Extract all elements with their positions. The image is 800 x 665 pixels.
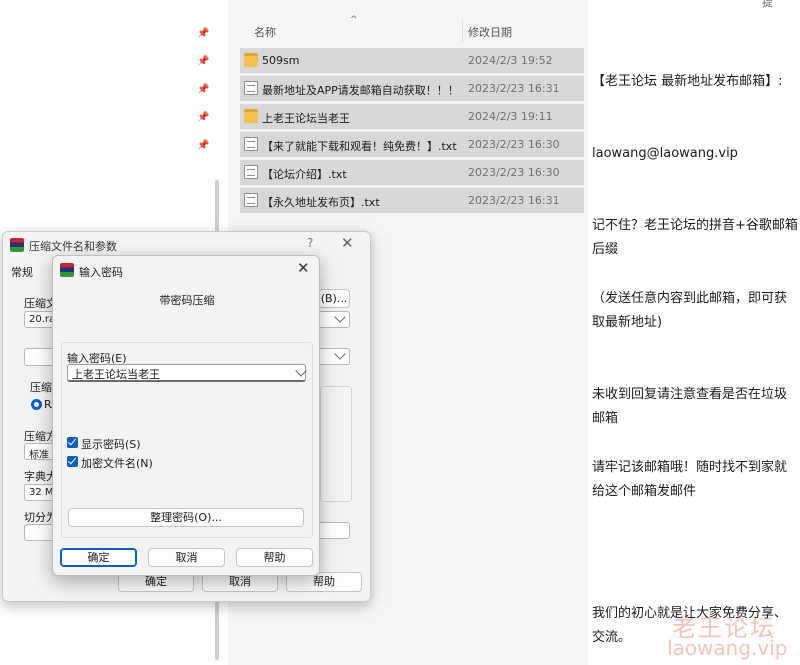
pin-icon[interactable]: 📌 xyxy=(197,28,209,40)
close-icon[interactable]: ✕ xyxy=(341,234,354,252)
chevron-down-icon xyxy=(334,312,346,323)
text-file-icon xyxy=(244,137,258,151)
update-mode-select[interactable] xyxy=(318,311,350,328)
profile-field[interactable] xyxy=(24,348,54,366)
dialog-title: 压缩文件名和参数 xyxy=(29,240,117,253)
file-date: 2024/2/3 19:52 xyxy=(468,54,553,67)
encrypt-filenames-label: 加密文件名(N) xyxy=(81,457,153,470)
text-file-icon xyxy=(244,193,258,207)
folder-icon xyxy=(244,109,258,123)
file-date: 2024/2/3 19:11 xyxy=(468,110,553,123)
file-list-header: ^ 名称 修改日期 xyxy=(240,15,584,42)
password-input[interactable]: 上老王论坛当老王 xyxy=(67,364,307,382)
file-row[interactable]: 509sm 2024/2/3 19:52 xyxy=(240,48,584,73)
article-paragraph: （发送任意内容到此邮箱，即可获取最新地址) xyxy=(592,291,788,330)
organize-passwords-button[interactable]: 整理密码(O)... xyxy=(68,508,304,527)
file-row[interactable]: 【来了就能下载和观看！纯免费！】.txt 2023/2/23 16:30 xyxy=(240,132,584,157)
article-email: laowang@laowang.vip xyxy=(592,146,738,161)
file-row[interactable]: 【永久地址发布页】.txt 2023/2/23 16:31 xyxy=(240,188,584,213)
top-right-fragment: 提 xyxy=(762,0,773,9)
close-icon[interactable]: ✕ xyxy=(297,259,310,277)
folder-icon xyxy=(244,53,258,67)
chevron-down-icon[interactable] xyxy=(295,365,307,377)
file-name: 最新地址及APP请发邮箱自动获取！！！ ... xyxy=(262,84,460,97)
column-header-date[interactable]: 修改日期 xyxy=(468,24,512,40)
help-icon[interactable]: ? xyxy=(307,236,313,250)
pin-icon[interactable]: 📌 xyxy=(197,112,209,124)
file-name: 上老王论坛当老王 xyxy=(262,112,350,125)
tab-general[interactable]: 常规 xyxy=(11,264,33,280)
chevron-down-icon xyxy=(334,349,346,360)
archive-format-label: 压缩 xyxy=(30,381,52,394)
pin-icon[interactable]: 📌 xyxy=(197,84,209,96)
winrar-icon xyxy=(60,263,74,277)
file-name: 509sm xyxy=(262,54,300,67)
help-button[interactable]: 帮助 xyxy=(236,548,313,567)
enter-password-dialog: 输入密码 ✕ 带密码压缩 输入密码(E) 上老王论坛当老王 显示密码(S) 加密… xyxy=(52,255,320,576)
show-password-checkbox[interactable] xyxy=(67,437,78,448)
dictionary-size-select[interactable]: 32 MB xyxy=(24,484,54,501)
file-row[interactable]: 上老王论坛当老王 2024/2/3 19:11 xyxy=(240,104,584,129)
file-row[interactable]: 【论坛介绍】.txt 2023/2/23 16:30 xyxy=(240,160,584,185)
split-unit-field[interactable] xyxy=(318,522,350,539)
ok-button[interactable]: 确定 xyxy=(60,548,137,567)
file-name: 【来了就能下载和观看！纯免费！】.txt xyxy=(262,140,457,153)
column-divider[interactable] xyxy=(462,20,463,42)
file-date: 2023/2/23 16:31 xyxy=(468,194,560,207)
winrar-icon xyxy=(10,238,24,252)
sort-ascending-icon: ^ xyxy=(350,15,358,25)
cancel-button[interactable]: 取消 xyxy=(148,548,225,567)
article-paragraph: 记不住？老王论坛的拼音+谷歌邮箱后缀 xyxy=(592,218,798,257)
article-paragraph: 【老王论坛 最新地址发布邮箱】: xyxy=(592,74,783,89)
article-paragraph: 未收到回复请注意查看是否在垃圾邮箱 xyxy=(592,387,788,426)
file-date: 2023/2/23 16:30 xyxy=(468,138,560,151)
pin-icon[interactable]: 📌 xyxy=(197,140,209,152)
column-header-name[interactable]: 名称 xyxy=(254,24,276,40)
text-file-icon xyxy=(244,81,258,95)
file-date: 2023/2/23 16:31 xyxy=(468,82,560,95)
file-name: 【永久地址发布页】.txt xyxy=(262,196,380,209)
show-password-label: 显示密码(S) xyxy=(81,438,141,451)
dialog-title: 输入密码 xyxy=(79,266,123,279)
compression-method-select[interactable]: 标准 xyxy=(24,443,54,460)
file-row[interactable]: 最新地址及APP请发邮箱自动获取！！！ ... 2023/2/23 16:31 xyxy=(240,76,584,101)
file-name: 【论坛介绍】.txt xyxy=(262,168,347,181)
password-value: 上老王论坛当老王 xyxy=(72,368,160,381)
watermark-url: laowang.vip xyxy=(667,636,788,660)
text-file-icon xyxy=(244,165,258,179)
split-volume-field[interactable] xyxy=(24,524,54,541)
encrypt-filenames-checkbox[interactable] xyxy=(67,456,78,467)
browse-button[interactable]: (B)... xyxy=(318,289,350,308)
file-date: 2023/2/23 16:30 xyxy=(468,166,560,179)
rar-radio[interactable] xyxy=(31,399,42,410)
pin-icon[interactable]: 📌 xyxy=(197,56,209,68)
dialog-heading: 带密码压缩 xyxy=(159,294,215,307)
profile-select[interactable] xyxy=(318,348,350,365)
archive-name-field[interactable]: 20.rar xyxy=(24,311,54,328)
options-group xyxy=(320,386,352,502)
article-paragraph: 请牢记该邮箱哦！随时找不到家就给这个邮箱发邮件 xyxy=(592,460,788,499)
